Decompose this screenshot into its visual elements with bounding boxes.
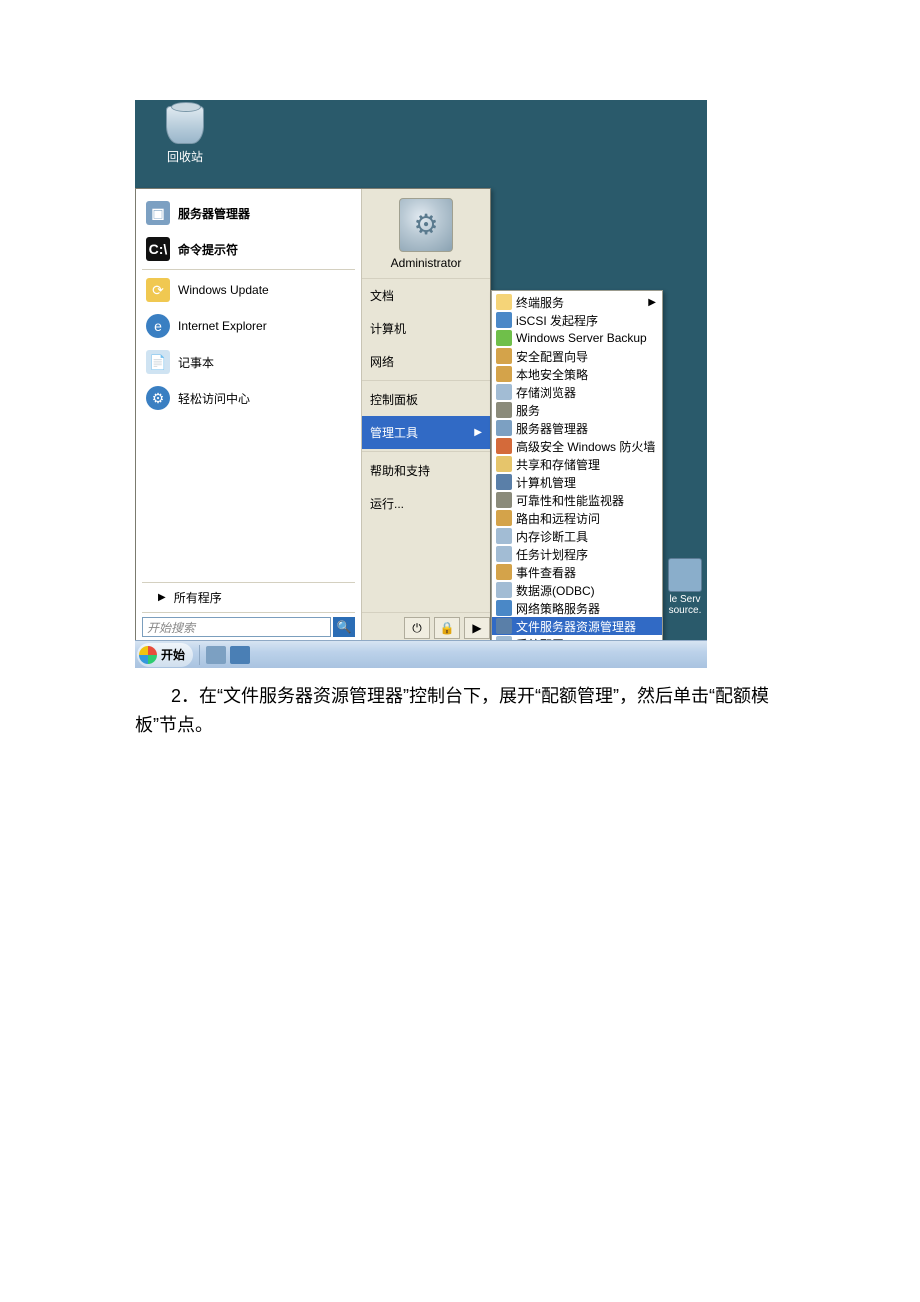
sm-firewall[interactable]: 高级安全 Windows 防火墙 (492, 437, 662, 455)
sm-server-backup[interactable]: Windows Server Backup (492, 329, 662, 347)
search-row: 🔍 (142, 612, 355, 639)
command-prompt-icon: C:\ (146, 237, 170, 261)
notepad-icon: 📄 (146, 350, 170, 374)
rc-network[interactable]: 网络 (362, 345, 490, 378)
sm-local-security[interactable]: 本地安全策略 (492, 365, 662, 383)
memory-icon (496, 528, 512, 544)
instruction-text: 2．在“文件服务器资源管理器”控制台下，展开“配额管理”，然后单击“配额模板”节… (135, 682, 785, 740)
sm-memory-diag[interactable]: 内存诊断工具 (492, 527, 662, 545)
windows-logo-icon (139, 646, 157, 664)
rc-admin-tools[interactable]: 管理工具 ▶ (362, 416, 490, 449)
sm-event-viewer[interactable]: 事件查看器 (492, 563, 662, 581)
rc-run[interactable]: 运行... (362, 487, 490, 520)
power-icon: ⏻ (412, 621, 422, 636)
windows-update-icon: ⟳ (146, 278, 170, 302)
share-icon (496, 456, 512, 472)
user-name: Administrator (391, 256, 462, 270)
sm-reliability[interactable]: 可靠性和性能监视器 (492, 491, 662, 509)
sm-iscsi[interactable]: iSCSI 发起程序 (492, 311, 662, 329)
arrow-right-icon: ▶ (474, 427, 482, 438)
server-manager-icon: ▣ (146, 201, 170, 225)
power-button[interactable]: ⏻ (404, 617, 430, 639)
sm-storage-browser[interactable]: 存储浏览器 (492, 383, 662, 401)
taskbar-separator (199, 645, 200, 665)
rc-computer[interactable]: 计算机 (362, 312, 490, 345)
power-row: ⏻ 🔒 ▶ (362, 612, 490, 643)
sm-terminal-services[interactable]: 终端服务 ▶ (492, 293, 662, 311)
taskbar-server-manager-icon[interactable] (206, 646, 226, 664)
all-programs[interactable]: ▶ 所有程序 (142, 582, 355, 612)
separator (142, 269, 355, 270)
event-icon (496, 564, 512, 580)
recycle-bin[interactable]: 回收站 (160, 106, 210, 165)
firewall-icon (496, 438, 512, 454)
taskbar-start-button[interactable]: 开始 (137, 643, 193, 667)
prog-windows-update[interactable]: ⟳ Windows Update (142, 272, 355, 308)
rc-documents[interactable]: 文档 (362, 279, 490, 312)
prog-notepad[interactable]: 📄 记事本 (142, 344, 355, 380)
storage-icon (496, 384, 512, 400)
desktop-screenshot: 回收站 le Serv source. ▣ 服务器管理器 C:\ 命令提示符 (135, 100, 707, 668)
recycle-bin-label: 回收站 (160, 148, 210, 165)
taskbar-desktop-icon[interactable] (230, 646, 250, 664)
globe-icon (496, 312, 512, 328)
odbc-icon (496, 582, 512, 598)
folder-icon (496, 294, 512, 310)
search-icon: 🔍 (337, 620, 352, 634)
sm-odbc[interactable]: 数据源(ODBC) (492, 581, 662, 599)
rc-help[interactable]: 帮助和支持 (362, 454, 490, 487)
prog-ease-of-access[interactable]: ⚙ 轻松访问中心 (142, 380, 355, 416)
routing-icon (496, 510, 512, 526)
search-input[interactable] (142, 617, 331, 637)
computer-mgmt-icon (496, 474, 512, 490)
prog-server-manager[interactable]: ▣ 服务器管理器 (142, 195, 355, 231)
sm-routing[interactable]: 路由和远程访问 (492, 509, 662, 527)
sm-share-storage[interactable]: 共享和存储管理 (492, 455, 662, 473)
chevron-right-icon: ▶ (472, 621, 481, 635)
wizard-icon (496, 348, 512, 364)
sm-security-wizard[interactable]: 安全配置向导 (492, 347, 662, 365)
server-manager-icon (496, 420, 512, 436)
taskbar: 开始 (135, 640, 707, 668)
backup-icon (496, 330, 512, 346)
policy-icon (496, 366, 512, 382)
sm-fsrm[interactable]: 文件服务器资源管理器 (492, 617, 662, 635)
arrow-right-icon: ▶ (158, 592, 166, 603)
gear-icon (496, 402, 512, 418)
ie-icon: e (146, 314, 170, 338)
prog-internet-explorer[interactable]: e Internet Explorer (142, 308, 355, 344)
prog-command-prompt[interactable]: C:\ 命令提示符 (142, 231, 355, 267)
arrow-right-icon: ▶ (648, 297, 656, 308)
sm-nps[interactable]: 网络策略服务器 (492, 599, 662, 617)
user-tile[interactable]: ⚙ Administrator (362, 189, 490, 279)
lock-button[interactable]: 🔒 (434, 617, 460, 639)
monitor-icon (496, 492, 512, 508)
side-label1: le Serv (663, 594, 707, 605)
ease-of-access-icon: ⚙ (146, 386, 170, 410)
recycle-bin-icon (166, 106, 204, 144)
start-left-column: ▣ 服务器管理器 C:\ 命令提示符 ⟳ Windows Update e In… (136, 189, 362, 643)
admin-tools-submenu: 终端服务 ▶ iSCSI 发起程序 Windows Server Backup … (491, 290, 663, 656)
lock-icon: 🔒 (440, 621, 455, 635)
server-icon (668, 558, 702, 592)
sm-server-manager[interactable]: 服务器管理器 (492, 419, 662, 437)
start-right-column: ⚙ Administrator 文档 计算机 网络 控制面板 管理工具 ▶ 帮助… (362, 189, 490, 643)
search-button[interactable]: 🔍 (333, 617, 355, 637)
fsrm-icon (496, 618, 512, 634)
side-label2: source. (663, 605, 707, 616)
user-picture-icon: ⚙ (399, 198, 453, 252)
nps-icon (496, 600, 512, 616)
shutdown-menu-button[interactable]: ▶ (464, 617, 490, 639)
rc-control-panel[interactable]: 控制面板 (362, 383, 490, 416)
sm-computer-mgmt[interactable]: 计算机管理 (492, 473, 662, 491)
start-menu: ▣ 服务器管理器 C:\ 命令提示符 ⟳ Windows Update e In… (135, 188, 491, 644)
sm-services[interactable]: 服务 (492, 401, 662, 419)
clock-icon (496, 546, 512, 562)
sm-task-scheduler[interactable]: 任务计划程序 (492, 545, 662, 563)
